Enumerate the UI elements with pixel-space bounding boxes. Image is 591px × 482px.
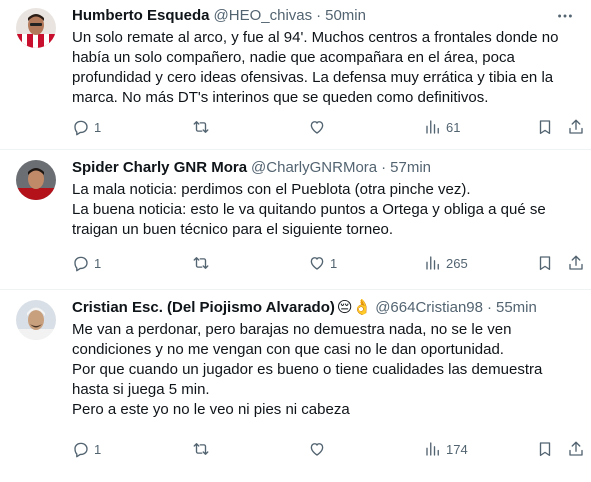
author-name-emoji: 😔👌: [336, 299, 372, 316]
share-button[interactable]: [567, 254, 585, 272]
bookmark-button[interactable]: [536, 440, 554, 458]
tweet[interactable]: Spider Charly GNR Mora @CharlyGNRMora · …: [0, 150, 591, 290]
reply-count: 1: [94, 255, 102, 271]
share-icon: [569, 441, 583, 456]
tweet-text-line: condiciones y no me vengan con que casi …: [72, 341, 504, 358]
timestamp[interactable]: 57min: [390, 158, 431, 178]
reply-button[interactable]: 1: [72, 254, 101, 272]
tweet-text: La mala noticia: perdimos con el Pueblot…: [72, 180, 575, 240]
reply-icon: [74, 442, 88, 458]
avatar-column: [16, 298, 60, 482]
reply-count: 1: [94, 441, 102, 457]
tweet-text-line: había un solo compañero, nadie que acomp…: [72, 49, 515, 66]
retweet-button[interactable]: [192, 118, 214, 136]
tweet-text-line: La buena noticia: esto le va quitando pu…: [72, 201, 546, 218]
share-button[interactable]: [567, 440, 585, 458]
reply-count: 1: [94, 119, 102, 135]
views-icon: [426, 442, 439, 456]
tweet-body: Spider Charly GNR Mora @CharlyGNRMora · …: [72, 158, 583, 289]
tweet-text-line: hasta si juega 5 min.: [72, 381, 210, 398]
timestamp[interactable]: 50min: [325, 6, 366, 26]
reply-button[interactable]: 1: [72, 440, 101, 458]
reply-feed: Humberto Esqueda @HEO_chivas · 50min Un …: [0, 0, 591, 482]
author-name[interactable]: Cristian Esc. (Del Piojismo Alvarado): [72, 298, 335, 318]
share-button[interactable]: [567, 118, 585, 136]
tweet[interactable]: Cristian Esc. (Del Piojismo Alvarado) 😔👌…: [0, 290, 591, 482]
like-icon: [310, 443, 324, 456]
tweet-text-line: Un solo remate al arco, y fue al 94'. Mu…: [72, 29, 559, 46]
tweet-text-line: La mala noticia: perdimos con el Pueblot…: [72, 181, 471, 198]
like-count: 1: [330, 255, 338, 271]
views-icon: [426, 120, 439, 134]
bookmark-icon: [539, 442, 551, 457]
like-button[interactable]: [308, 440, 330, 458]
tweet-text: Un solo remate al arco, y fue al 94'. Mu…: [72, 28, 575, 108]
author-name[interactable]: Humberto Esqueda: [72, 6, 210, 26]
views-count: 265: [446, 255, 468, 271]
tweet-text: Me van a perdonar, pero barajas no demue…: [72, 320, 575, 420]
action-bar: 1 1 265: [72, 253, 583, 273]
bookmark-icon: [539, 120, 551, 135]
author-handle[interactable]: @664Cristian98: [375, 298, 483, 318]
tweet-header: Cristian Esc. (Del Piojismo Alvarado) 😔👌…: [72, 298, 575, 318]
avatar-column: [16, 6, 60, 149]
views-button[interactable]: 61: [424, 118, 460, 136]
action-bar: 1 61: [72, 117, 583, 137]
tweet-text-line: Me van a perdonar, pero barajas no demue…: [72, 321, 512, 338]
tweet-header: Spider Charly GNR Mora @CharlyGNRMora · …: [72, 158, 575, 178]
avatar[interactable]: [16, 160, 56, 200]
avatar[interactable]: [16, 300, 56, 340]
like-icon: [310, 121, 324, 134]
reply-icon: [74, 256, 88, 272]
share-icon: [569, 255, 583, 270]
reply-icon: [74, 120, 88, 136]
author-handle[interactable]: @HEO_chivas: [214, 6, 313, 26]
tweet-header: Humberto Esqueda @HEO_chivas · 50min: [72, 6, 575, 26]
avatar[interactable]: [16, 8, 56, 48]
views-count: 174: [446, 441, 468, 457]
author-name[interactable]: Spider Charly GNR Mora: [72, 158, 247, 178]
views-count: 61: [446, 119, 461, 135]
author-handle[interactable]: @CharlyGNRMora: [251, 158, 377, 178]
retweet-icon: [193, 443, 209, 455]
retweet-icon: [193, 257, 209, 269]
action-bar: 1 174: [72, 439, 583, 459]
separator-dot: ·: [316, 7, 322, 24]
views-icon: [426, 256, 439, 270]
retweet-button[interactable]: [192, 254, 214, 272]
tweet-text-line: Por que cuando un jugador es bueno o tie…: [72, 361, 543, 378]
views-button[interactable]: 174: [424, 440, 468, 458]
like-button[interactable]: [308, 118, 330, 136]
retweet-button[interactable]: [192, 440, 214, 458]
tweet-text-line: marca. No más DT's interinos que se qued…: [72, 89, 489, 106]
avatar-column: [16, 158, 60, 289]
reply-button[interactable]: 1: [72, 118, 101, 136]
retweet-icon: [193, 121, 209, 133]
views-button[interactable]: 265: [424, 254, 468, 272]
timestamp[interactable]: 55min: [496, 298, 537, 318]
tweet-body: Humberto Esqueda @HEO_chivas · 50min Un …: [72, 6, 583, 149]
more-icon[interactable]: [555, 6, 575, 26]
like-icon: [310, 257, 324, 270]
tweet-text-line: Pero a este yo no le veo ni pies ni cabe…: [72, 401, 350, 418]
share-icon: [569, 119, 583, 134]
tweet-text-line: profundidad y cero ideas ofensivas. La d…: [72, 69, 554, 86]
tweet-body: Cristian Esc. (Del Piojismo Alvarado) 😔👌…: [72, 298, 583, 482]
separator-dot: ·: [486, 299, 492, 316]
like-button[interactable]: 1: [308, 254, 337, 272]
separator-dot: ·: [381, 159, 387, 176]
bookmark-button[interactable]: [536, 118, 554, 136]
tweet-text-line: traigan un buen técnico para el siguient…: [72, 221, 394, 238]
bookmark-icon: [539, 256, 551, 271]
bookmark-button[interactable]: [536, 254, 554, 272]
tweet[interactable]: Humberto Esqueda @HEO_chivas · 50min Un …: [0, 0, 591, 150]
